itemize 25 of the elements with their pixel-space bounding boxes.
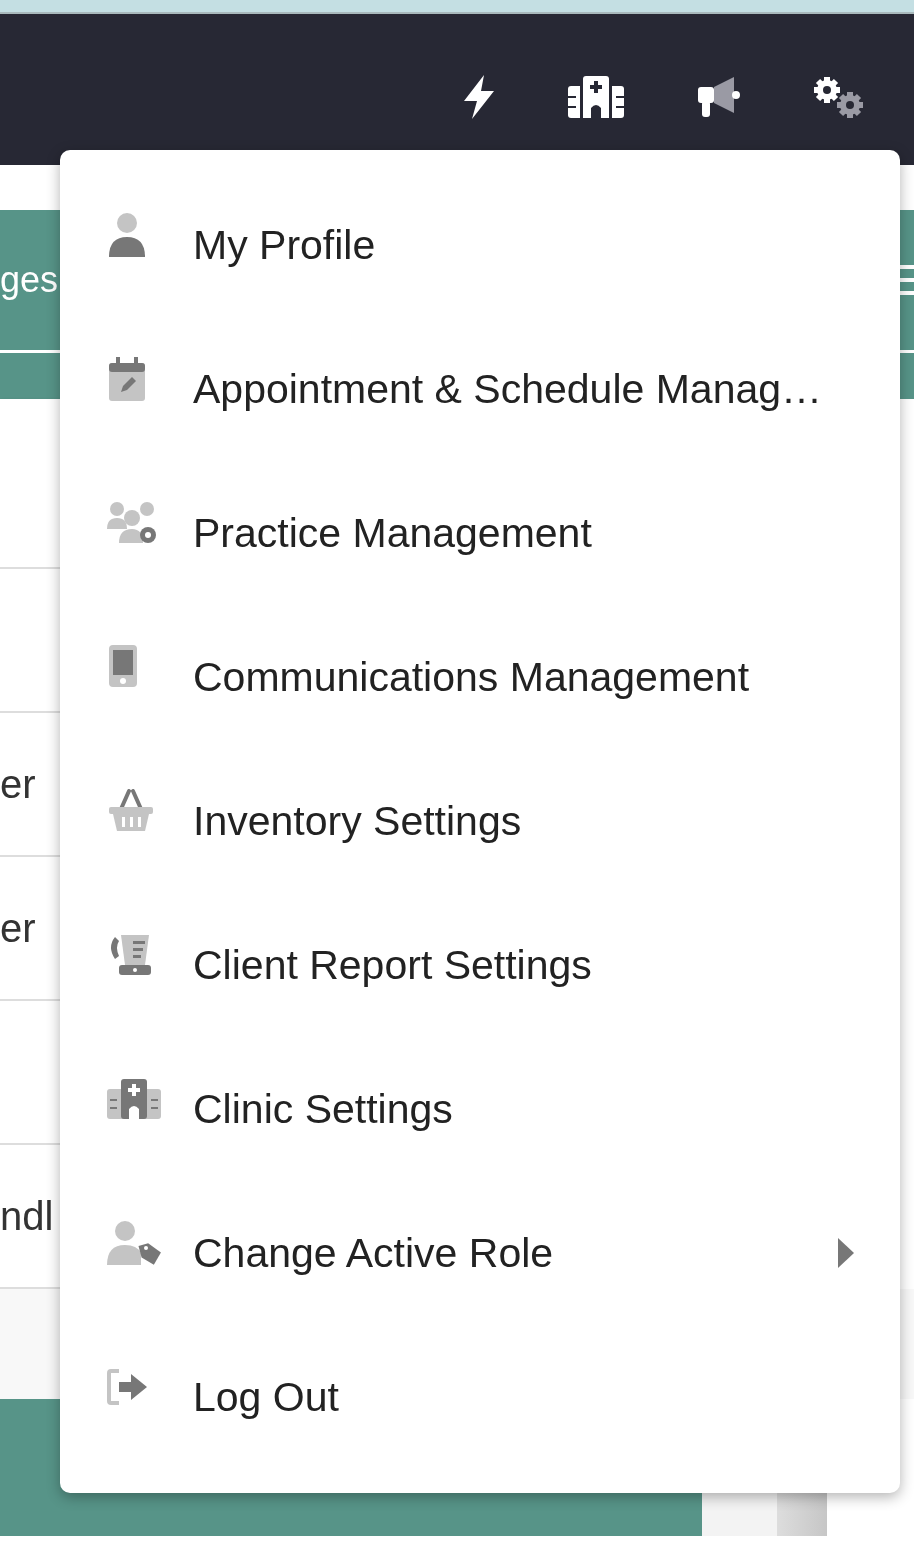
hospital-icon xyxy=(107,1077,161,1121)
users-gear-icon xyxy=(107,501,159,545)
list-item-text: er xyxy=(0,761,36,807)
page-title: ges xyxy=(0,259,59,301)
settings-icon[interactable] xyxy=(812,74,866,119)
hospital-icon[interactable] xyxy=(568,75,624,118)
phone-icon xyxy=(107,645,139,689)
menu-item[interactable]: Inventory Settings xyxy=(60,749,900,893)
person-icon xyxy=(107,213,147,257)
menu-item[interactable]: Communications Management xyxy=(60,605,900,749)
menu-item[interactable]: Appointment & Schedule Manag… xyxy=(60,317,900,461)
menu-item[interactable]: Practice Management xyxy=(60,461,900,605)
person-tag-icon xyxy=(107,1221,161,1265)
calendar-icon xyxy=(107,357,147,401)
menu-item[interactable]: Clinic Settings xyxy=(60,1037,900,1181)
list-item-text: ndl xyxy=(0,1193,54,1239)
list-item-text: er xyxy=(0,905,36,951)
menu-item[interactable]: Log Out xyxy=(60,1325,900,1469)
menu-item[interactable]: Client Report Settings xyxy=(60,893,900,1037)
megaphone-icon[interactable] xyxy=(696,74,740,119)
basket-icon xyxy=(107,789,155,833)
menu-item[interactable]: My Profile xyxy=(60,173,900,317)
menu-item[interactable]: Change Active Role xyxy=(60,1181,900,1325)
menu-icon[interactable] xyxy=(900,263,914,297)
bolt-icon[interactable] xyxy=(462,74,496,119)
